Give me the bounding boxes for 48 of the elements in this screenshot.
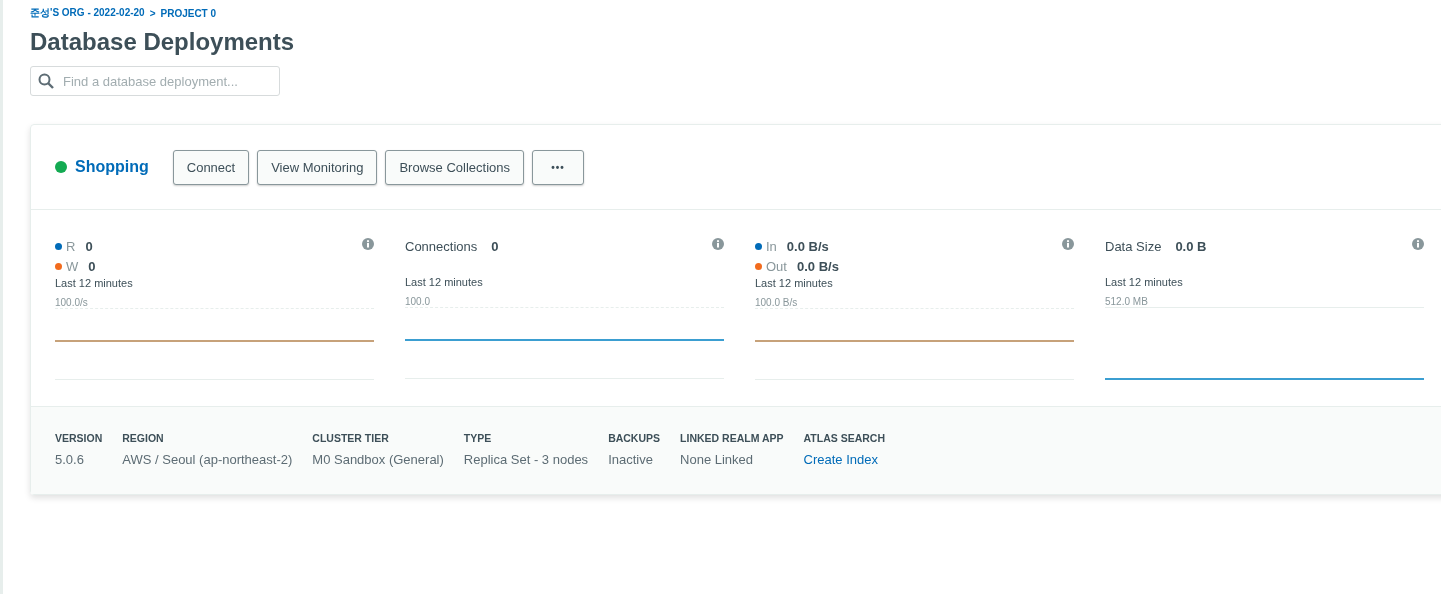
time-range-label: Last 12 minutes [405,276,484,288]
legend-label: W [66,258,79,274]
metric-title: Data Size [1105,238,1162,254]
detail-label: ATLAS SEARCH [803,432,885,444]
info-icon[interactable] [1062,238,1074,250]
time-range-label: Last 12 minutes [1105,276,1184,288]
metric-value: 0 [491,238,499,254]
detail-value: Inactive [608,452,654,467]
metric-title: Connections [405,238,478,254]
search-field[interactable]: Find a database deployment... [30,66,280,96]
more-button[interactable]: ••• [532,149,584,185]
metric-value: 0 [85,238,93,254]
legend-label: R [66,238,76,254]
metric-value: 0.0 B/s [786,238,829,254]
breadcrumb-separator: > [149,7,156,19]
detail-value: 5.0.6 [55,452,85,467]
page-title: Database Deployments [30,28,296,56]
create-index-link[interactable]: Create Index [803,452,885,467]
project-breadcrumb-link[interactable]: PROJECT 0 [160,7,217,19]
detail-value: AWS / Seoul (ap-northeast-2) [122,452,293,467]
info-icon[interactable] [362,238,374,250]
action-button[interactable]: View Monitoring [257,149,378,185]
axis-label: 100.0/s [55,297,89,308]
detail-label: TYPE [463,432,493,444]
metric-value: 0.0 B/s [796,258,839,274]
detail-label: VERSION [55,432,103,444]
action-button[interactable]: Browse Collections [385,149,524,185]
axis-label: 512.0 MB [1105,296,1149,307]
info-icon[interactable] [712,238,724,250]
axis-label: 100.0 B/s [755,297,799,308]
time-range-label: Last 12 minutes [755,277,834,289]
detail-value: None Linked [680,452,755,467]
detail-label: BACKUPS [608,432,661,444]
info-icon[interactable] [1412,238,1424,250]
legend-label: In [766,238,777,254]
action-button[interactable]: Connect [172,149,250,185]
metric-value: 0.0 B [1175,238,1207,254]
cluster-name-link[interactable]: Shopping [75,158,149,176]
legend-label: Out [766,258,787,274]
detail-label: CLUSTER TIER [312,432,390,444]
detail-value: M0 Sandbox (General) [312,452,444,467]
org-breadcrumb-link[interactable]: 준성'S ORG - 2022-02-20 [30,6,145,20]
time-range-label: Last 12 minutes [55,277,134,289]
metric-value: 0 [88,258,96,274]
detail-label: REGION [122,432,165,444]
axis-label: 100.0 [405,296,432,307]
detail-value: Replica Set - 3 nodes [463,452,589,467]
detail-label: LINKED REALM APP [680,432,784,444]
